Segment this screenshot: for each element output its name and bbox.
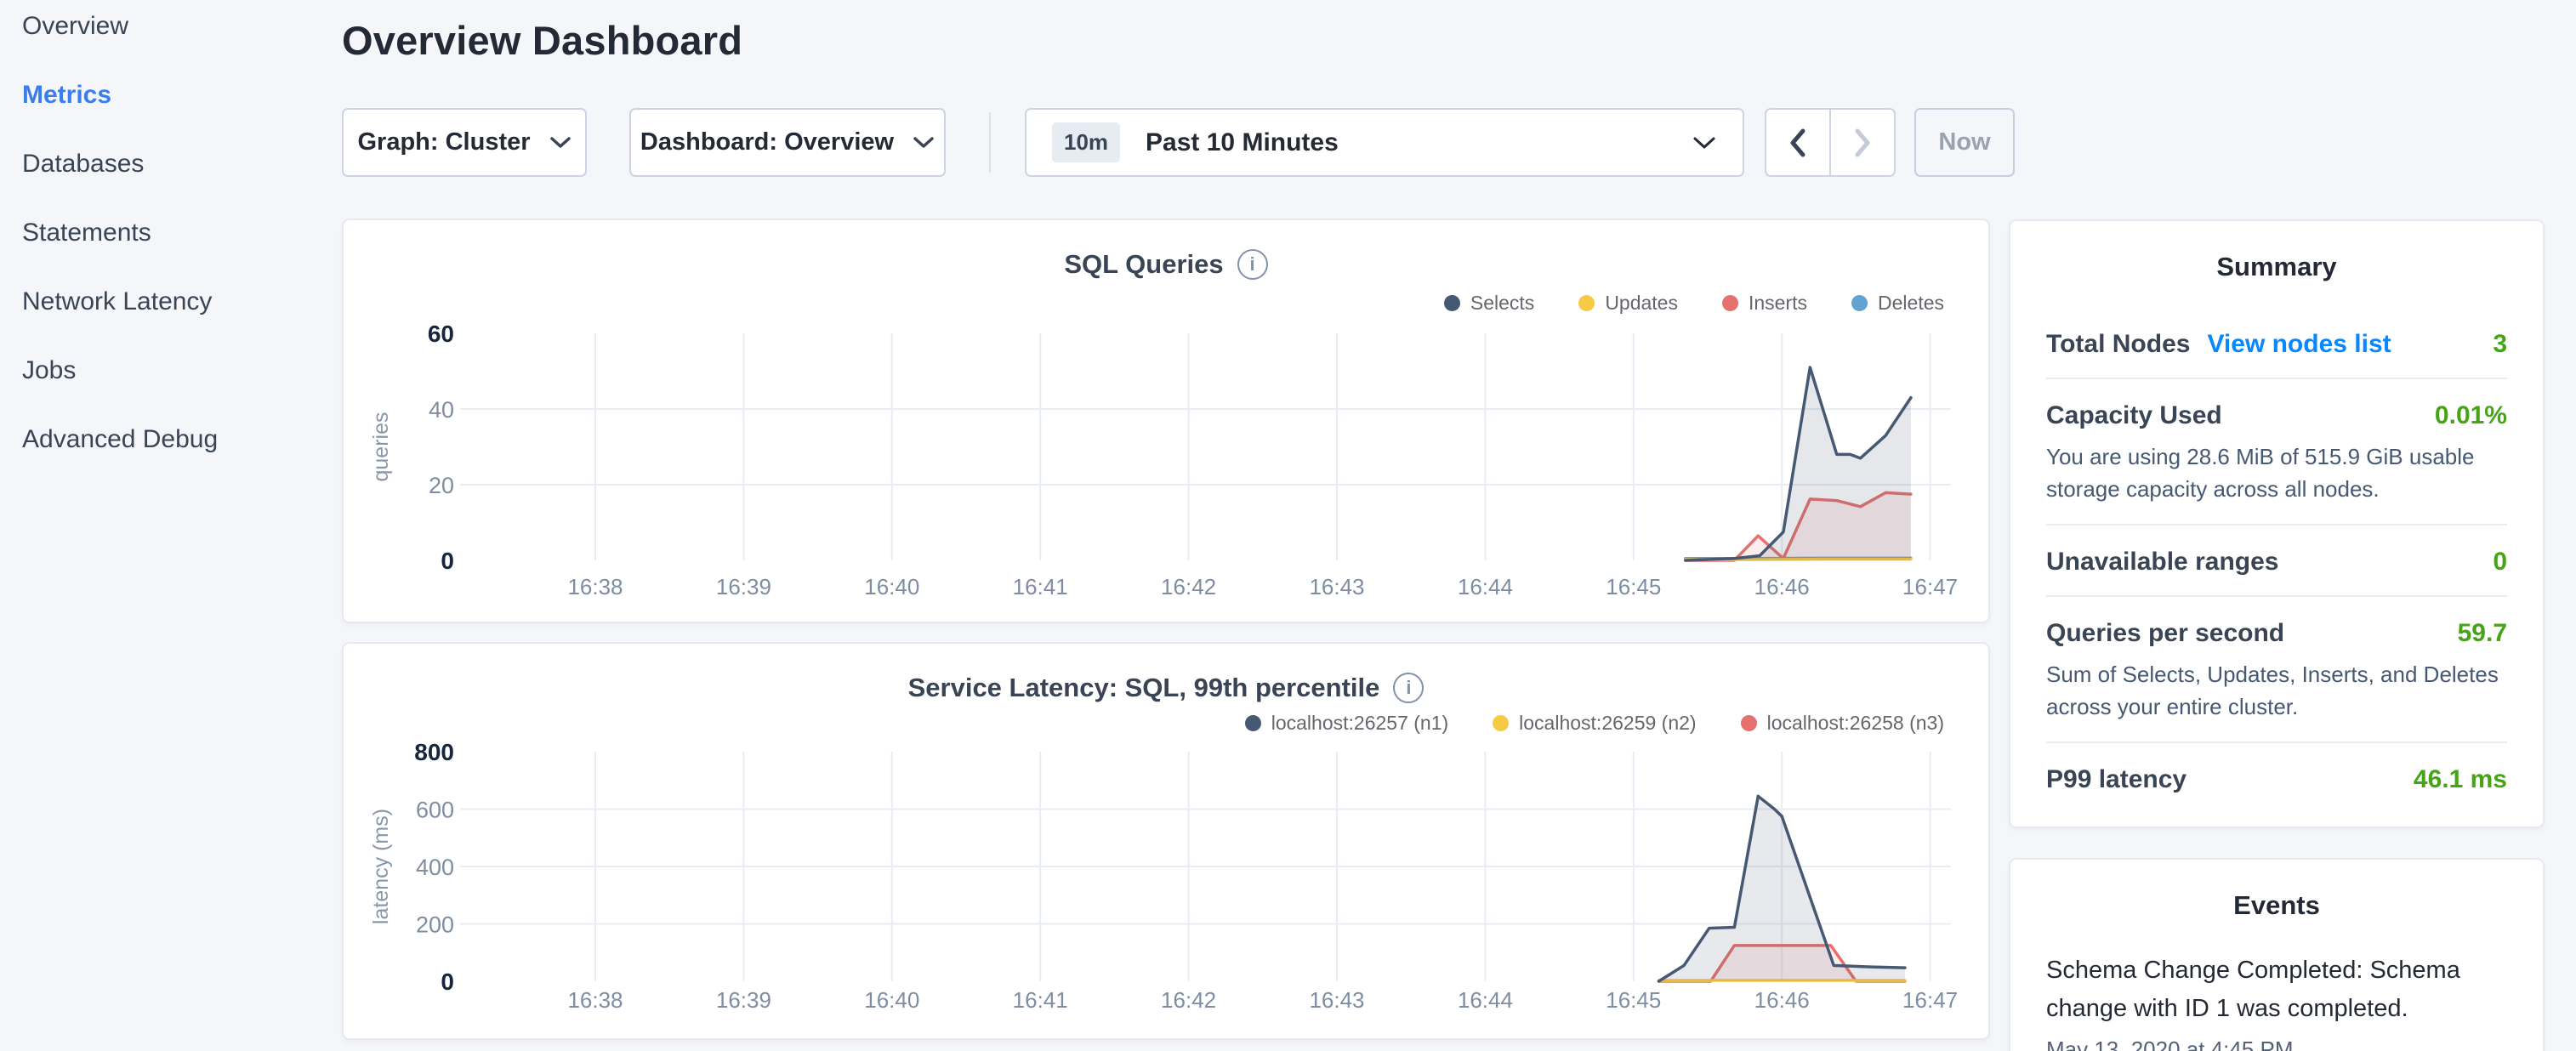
events-title: Events (2046, 890, 2507, 921)
view-nodes-list-link[interactable]: View nodes list (2207, 330, 2391, 359)
events-panel: Events Schema Change Completed: Schema c… (2009, 858, 2545, 1051)
summary-label: P99 latency (2046, 765, 2186, 794)
summary-subtext: You are using 28.6 MiB of 515.9 GiB usab… (2046, 440, 2507, 505)
x-tick-label: 16:46 (1754, 574, 1810, 599)
summary-title: Summary (2046, 252, 2507, 282)
summary-row-queries-per-second: Queries per second 59.7 (2046, 619, 2507, 648)
summary-row-unavailable-ranges: Unavailable ranges 0 (2046, 548, 2507, 577)
sidebar-item-advanced-debug[interactable]: Advanced Debug (22, 425, 336, 494)
x-tick-label: 16:38 (567, 987, 623, 1013)
y-tick-label: 40 (429, 397, 454, 423)
x-tick-label: 16:42 (1161, 987, 1216, 1013)
y-tick-label: 0 (441, 548, 454, 574)
time-range-badge: 10m (1052, 122, 1120, 162)
now-button-label: Now (1938, 128, 1990, 156)
chart-plot-area[interactable]: 0 20 40 60 16:38 16:39 16:40 16:41 16:42 16:43 16:… (344, 220, 1992, 625)
summary-label: Queries per second (2046, 619, 2284, 648)
sql-queries-chart-card: SQL Queries i SelectsUpdatesInsertsDelet… (342, 219, 1990, 623)
sidebar-item-network-latency[interactable]: Network Latency (22, 287, 336, 356)
x-tick-label: 16:45 (1606, 987, 1661, 1013)
time-range-selector[interactable]: 10m Past 10 Minutes (1025, 108, 1744, 177)
x-tick-label: 16:39 (716, 574, 771, 599)
graph-dropdown[interactable]: Graph: Cluster (342, 108, 587, 177)
summary-value: 59.7 (2458, 619, 2507, 648)
x-tick-label: 16:47 (1902, 574, 1958, 599)
controls-divider (989, 112, 991, 173)
x-tick-label: 16:44 (1458, 574, 1513, 599)
summary-value: 3 (2493, 330, 2507, 359)
summary-label: Total Nodes (2046, 330, 2190, 359)
summary-value: 0.01% (2435, 401, 2507, 430)
page-title: Overview Dashboard (342, 17, 742, 64)
sidebar-item-metrics[interactable]: Metrics (22, 81, 336, 150)
summary-panel: Summary Total Nodes View nodes list 3 Capac… (2009, 219, 2545, 828)
now-button[interactable]: Now (1914, 108, 2015, 177)
summary-row-capacity-used: Capacity Used 0.01% (2046, 401, 2507, 430)
x-tick-label: 16:41 (1013, 574, 1068, 599)
y-tick-label: 400 (416, 855, 454, 880)
chevron-down-icon (1692, 135, 1717, 151)
sidebar-item-statements[interactable]: Statements (22, 219, 336, 287)
chart-plot-area[interactable]: 0 200 400 600 800 16:38 16:39 16:40 16:41 16:42 16… (344, 644, 1992, 1042)
x-tick-label: 16:39 (716, 987, 771, 1013)
x-tick-label: 16:43 (1309, 574, 1364, 599)
x-tick-label: 16:43 (1309, 987, 1364, 1013)
y-tick-label: 0 (441, 969, 454, 995)
y-tick-label: 20 (429, 473, 454, 498)
sidebar-item-databases[interactable]: Databases (22, 150, 336, 219)
y-tick-label: 60 (428, 321, 454, 347)
chevron-down-icon (549, 136, 571, 150)
time-step-back-button[interactable] (1766, 110, 1831, 175)
time-range-label: Past 10 Minutes (1146, 128, 1692, 157)
x-tick-label: 16:42 (1161, 574, 1216, 599)
time-step-forward-button[interactable] (1831, 110, 1894, 175)
x-tick-label: 16:40 (864, 987, 919, 1013)
summary-value: 0 (2493, 548, 2507, 577)
summary-subtext: Sum of Selects, Updates, Inserts, and De… (2046, 658, 2507, 723)
x-tick-label: 16:41 (1013, 987, 1068, 1013)
service-latency-chart-card: Service Latency: SQL, 99th percentile i … (342, 642, 1990, 1040)
sidebar-item-jobs[interactable]: Jobs (22, 356, 336, 425)
y-axis-title: latency (ms) (369, 809, 393, 924)
series-area-localhost-26257-n1 (1658, 796, 1905, 981)
event-timestamp: May 13, 2020 at 4:45 PM (2046, 1037, 2507, 1051)
divider (2046, 524, 2507, 526)
x-tick-label: 16:46 (1754, 987, 1810, 1013)
sidebar-nav: OverviewMetricsDatabasesStatementsNetwor… (0, 0, 336, 1051)
time-step-buttons (1765, 108, 1896, 177)
summary-row-p99-latency: P99 latency 46.1 ms (2046, 765, 2507, 794)
summary-row-total-nodes: Total Nodes View nodes list 3 (2046, 330, 2507, 359)
chevron-down-icon (913, 136, 935, 150)
sidebar-item-overview[interactable]: Overview (22, 12, 336, 81)
graph-dropdown-label: Graph: Cluster (357, 128, 530, 156)
chevron-left-icon (1787, 128, 1809, 158)
x-tick-label: 16:47 (1902, 987, 1958, 1013)
divider (2046, 378, 2507, 379)
y-axis-title: queries (369, 412, 393, 482)
x-tick-label: 16:45 (1606, 574, 1661, 599)
x-tick-label: 16:44 (1458, 987, 1513, 1013)
y-tick-label: 800 (414, 739, 454, 765)
summary-label: Capacity Used (2046, 401, 2222, 430)
y-tick-label: 600 (416, 798, 454, 823)
chevron-right-icon (1851, 128, 1874, 158)
dashboard-dropdown[interactable]: Dashboard: Overview (629, 108, 946, 177)
x-tick-label: 16:38 (567, 574, 623, 599)
y-tick-label: 200 (416, 912, 454, 938)
divider (2046, 741, 2507, 743)
summary-label: Unavailable ranges (2046, 548, 2278, 577)
summary-value: 46.1 ms (2414, 765, 2507, 794)
divider (2046, 595, 2507, 597)
x-tick-label: 16:40 (864, 574, 919, 599)
dashboard-dropdown-label: Dashboard: Overview (640, 128, 894, 156)
event-text[interactable]: Schema Change Completed: Schema change w… (2046, 952, 2507, 1028)
series-area-selects (1686, 367, 1911, 560)
